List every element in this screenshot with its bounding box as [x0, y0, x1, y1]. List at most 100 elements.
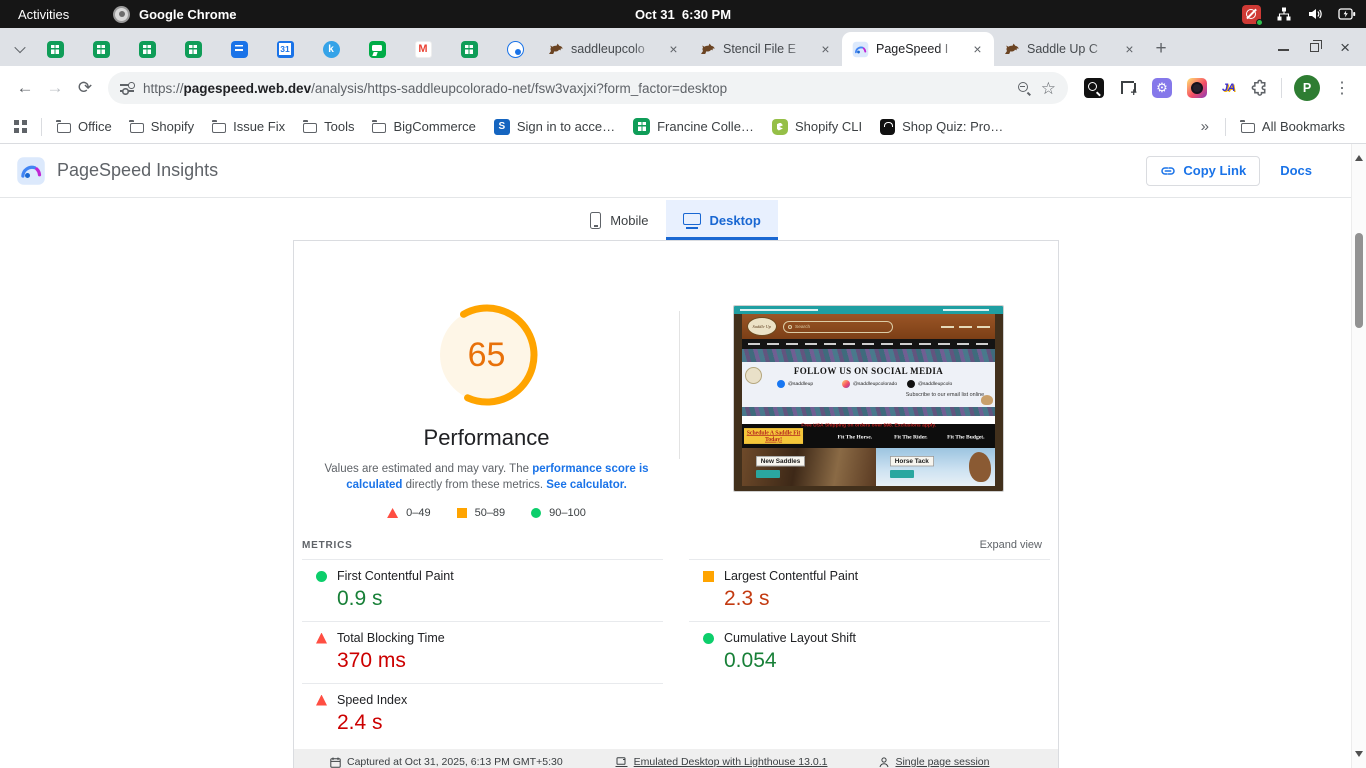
network-icon[interactable]	[1276, 6, 1292, 22]
close-icon[interactable]: ×	[665, 41, 682, 58]
bookmark-sign-in[interactable]: S Sign in to acce…	[485, 114, 624, 140]
close-icon[interactable]: ×	[817, 41, 834, 58]
apps-grid-icon[interactable]	[14, 120, 27, 133]
tab-pagespeed-active[interactable]: PageSpeed I ×	[842, 32, 994, 66]
docs-link[interactable]: Docs	[1280, 163, 1312, 178]
page-content: PageSpeed Insights Copy Link Docs Mobile…	[0, 144, 1366, 768]
tab-stencil-file[interactable]: Stencil File E ×	[690, 32, 842, 66]
bookmark-folder-shopify[interactable]: Shopify	[121, 114, 203, 140]
copy-link-button[interactable]: Copy Link	[1146, 155, 1261, 186]
pinned-tab-sheets-3[interactable]	[124, 32, 170, 66]
extensions-puzzle-icon[interactable]	[1250, 79, 1269, 98]
tab-desktop[interactable]: Desktop	[665, 200, 778, 240]
clock[interactable]: Oct 31 6:30 PM	[635, 7, 731, 22]
camera-extension-icon[interactable]	[1186, 78, 1207, 98]
dark-magnifier-extension-icon[interactable]	[1083, 78, 1104, 98]
site-settings-icon[interactable]	[120, 82, 135, 94]
bookmark-shop-quiz[interactable]: Shop Quiz: Pro…	[871, 114, 1012, 140]
thumb-search: Search	[783, 320, 893, 333]
page-scrollbar[interactable]	[1351, 144, 1366, 768]
thumb-topbar	[734, 306, 1003, 314]
folder-icon	[302, 119, 318, 133]
tab-title: saddleupcolo	[571, 42, 645, 56]
bookmark-folder-tools[interactable]: Tools	[294, 114, 363, 140]
pinned-tab-sheets-5[interactable]	[446, 32, 492, 66]
thumb-nav	[742, 339, 995, 349]
bookmarks-overflow-chevron[interactable]: »	[1191, 118, 1219, 135]
pinned-tab-kibana[interactable]: k	[308, 32, 354, 66]
blocker-extension-icon[interactable]	[1242, 4, 1263, 26]
pinned-tab-sheets-4[interactable]	[170, 32, 216, 66]
score-section: 65 Performance Values are estimated and …	[294, 241, 1058, 539]
tab-mobile[interactable]: Mobile	[573, 200, 665, 240]
pinned-tab-calendar[interactable]: 31	[262, 32, 308, 66]
tab-strip: 31 k M saddleupcolo × Stencil File E × P…	[0, 28, 1366, 66]
battery-icon[interactable]	[1338, 7, 1356, 21]
reload-button[interactable]: ⟳	[70, 73, 100, 103]
pinned-tab-chat[interactable]	[354, 32, 400, 66]
divider	[41, 117, 42, 136]
thumb-category-tack: Horse Tack	[876, 448, 995, 486]
bookmark-folder-bigcommerce[interactable]: BigCommerce	[363, 114, 484, 140]
scroll-down-arrow-icon[interactable]	[1355, 751, 1363, 761]
metric-value: 2.4 s	[337, 711, 383, 734]
browser-toolbar: ← → ⟳ https://pagespeed.web.dev/analysis…	[0, 66, 1366, 110]
bookmark-francine[interactable]: Francine Colle…	[624, 114, 763, 140]
zoom-out-icon[interactable]	[1017, 81, 1031, 95]
page-screenshot-thumbnail[interactable]: Saddle Up Search FOLLOW US ON SOCIAL MED…	[733, 305, 1004, 492]
tab-saddle-up[interactable]: Saddle Up C ×	[994, 32, 1146, 66]
screenshot-extension-icon[interactable]	[1119, 79, 1137, 99]
shopify-bag-icon	[771, 118, 788, 135]
pinned-tab-docs[interactable]	[216, 32, 262, 66]
scrollbar-thumb[interactable]	[1355, 233, 1363, 328]
bookmark-shopify-cli[interactable]: Shopify CLI	[763, 114, 871, 140]
address-bar[interactable]: https://pagespeed.web.dev/analysis/https…	[108, 72, 1068, 104]
volume-icon[interactable]	[1307, 6, 1323, 22]
app-indicator[interactable]: Google Chrome	[113, 5, 237, 23]
report-footer: Captured at Oct 31, 2025, 6:13 PM GMT+5:…	[294, 749, 1058, 768]
activities-button[interactable]: Activities	[0, 0, 87, 28]
restore-button[interactable]	[1310, 39, 1323, 52]
captured-at: Captured at Oct 31, 2025, 6:13 PM GMT+5:…	[330, 756, 563, 768]
thumb-horse-image	[968, 452, 991, 482]
thumb-category-saddles: New Saddles	[742, 448, 877, 486]
metrics-section-title: METRICS	[302, 539, 353, 551]
performance-gauge[interactable]: 65	[435, 303, 539, 407]
emulated-environment-link[interactable]: Emulated Desktop with Lighthouse 13.0.1	[615, 756, 827, 768]
pinned-tab-sheets-1[interactable]	[32, 32, 78, 66]
window-controls: ×	[1262, 28, 1366, 66]
expand-view-link[interactable]: Expand view	[980, 539, 1042, 551]
see-calculator-link[interactable]: See calculator.	[546, 479, 627, 491]
sheets-icon	[46, 40, 64, 58]
bookmark-folder-issue-fix[interactable]: Issue Fix	[203, 114, 294, 140]
pinned-tab-gmail[interactable]: M	[400, 32, 446, 66]
bookmark-folder-office[interactable]: Office	[48, 114, 121, 140]
tab-saddleupcolorado[interactable]: saddleupcolo ×	[538, 32, 690, 66]
settings-extension-icon[interactable]: ⚙	[1151, 78, 1172, 98]
tab-search-button[interactable]	[8, 32, 32, 66]
close-icon[interactable]: ×	[969, 41, 986, 58]
bookmark-star-icon[interactable]: ☆	[1041, 80, 1056, 97]
back-button[interactable]: ←	[10, 73, 40, 103]
bookmarks-bar: Office Shopify Issue Fix Tools BigCommer…	[0, 110, 1366, 144]
docs-icon	[230, 40, 248, 58]
session-type-link[interactable]: Single page session	[879, 756, 989, 768]
window-close-button[interactable]: ×	[1340, 39, 1350, 56]
ja-extension-icon[interactable]: JA	[1222, 82, 1236, 94]
new-tab-button[interactable]: +	[1146, 32, 1176, 66]
pinned-tab-assistant[interactable]	[492, 32, 538, 66]
chat-icon	[368, 40, 386, 58]
all-bookmarks-button[interactable]: All Bookmarks	[1232, 114, 1354, 140]
browser-menu-button[interactable]: ⋮	[1328, 78, 1356, 98]
calendar-icon	[330, 757, 341, 768]
metric-cumulative-layout-shift: Cumulative Layout Shift 0.054	[689, 621, 1050, 683]
shopping-bag-icon	[880, 118, 896, 135]
profile-avatar[interactable]: P	[1294, 75, 1320, 101]
minimize-button[interactable]	[1278, 49, 1290, 51]
pinned-tab-sheets-2[interactable]	[78, 32, 124, 66]
forward-button[interactable]: →	[40, 73, 70, 103]
scroll-up-arrow-icon[interactable]	[1355, 151, 1363, 161]
tab-title: Stencil File E	[723, 42, 796, 56]
close-icon[interactable]: ×	[1121, 41, 1138, 58]
performance-score: 65	[467, 335, 506, 374]
